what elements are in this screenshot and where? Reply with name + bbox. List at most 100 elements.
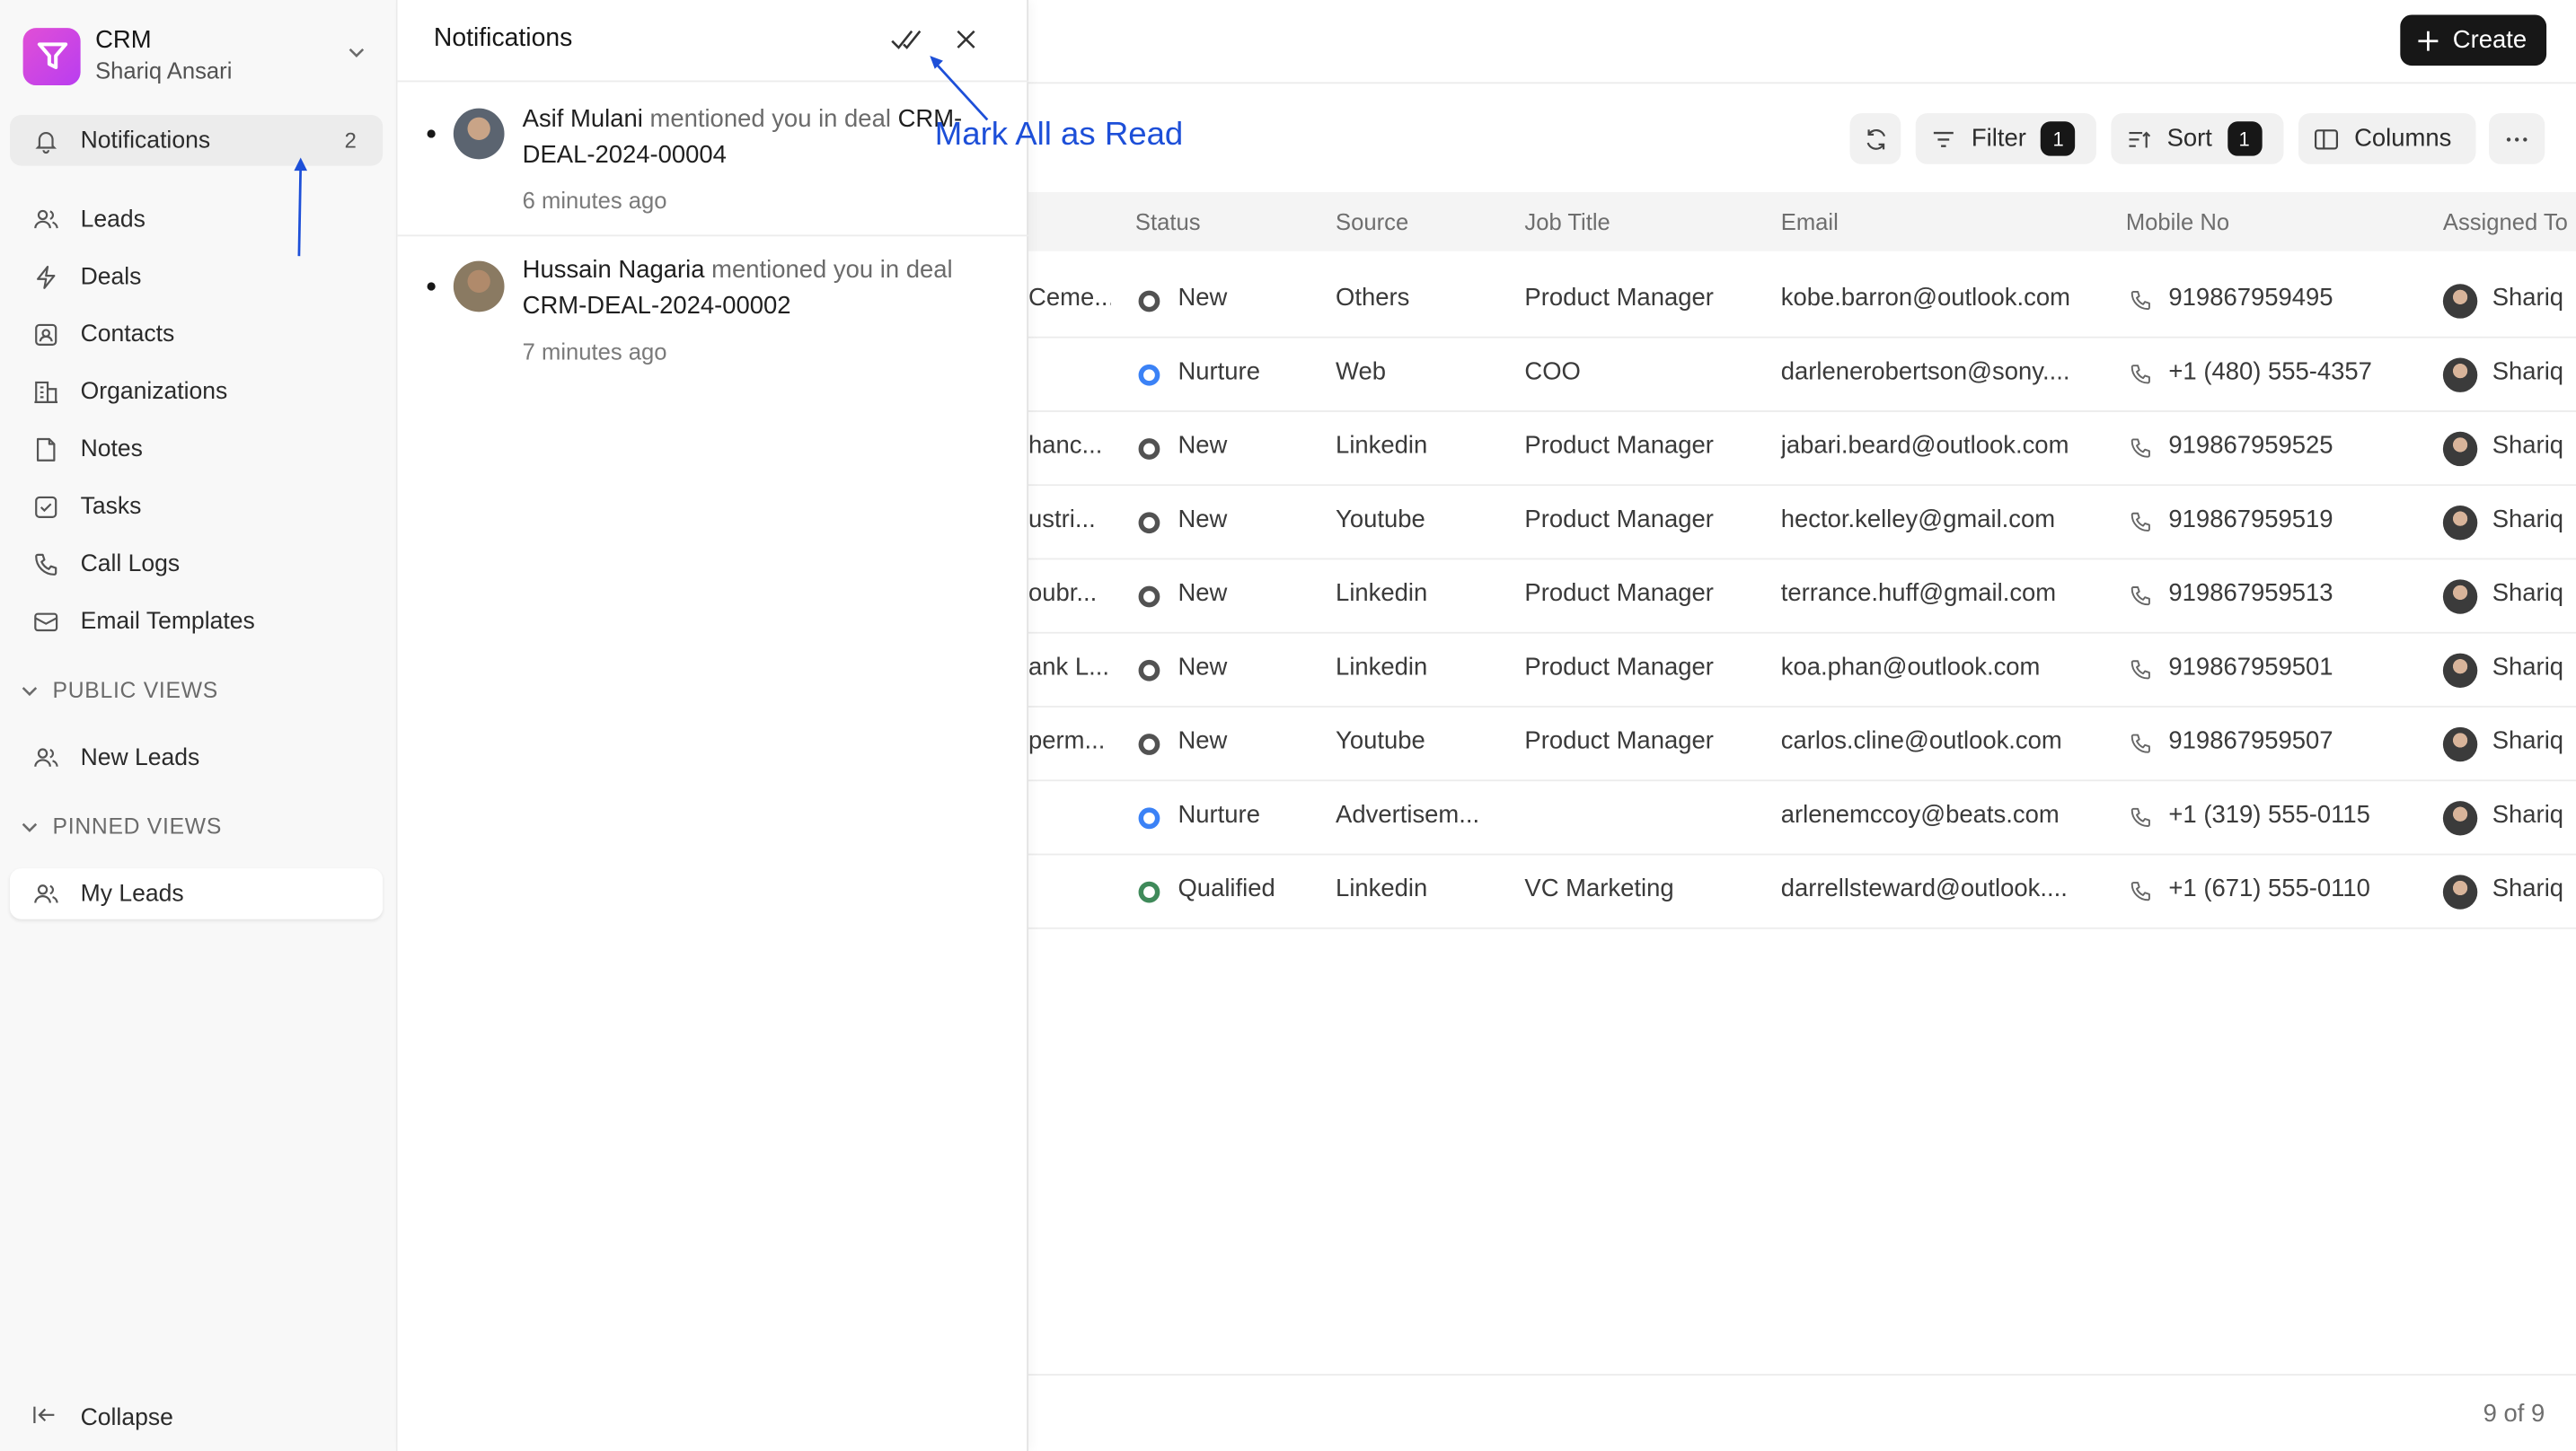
cell-status: New xyxy=(1178,653,1228,682)
cell-email: koa.phan@outlook.com xyxy=(1780,653,2041,682)
public-views-toggle[interactable]: PUBLIC VIEWS xyxy=(20,678,218,702)
columns-label: Columns xyxy=(2354,124,2452,154)
notification-sender: Asif Mulani xyxy=(522,104,643,134)
brand-switcher[interactable]: CRM Shariq Ansari xyxy=(22,23,375,89)
sidebar-item-new-leads[interactable]: New Leads xyxy=(10,732,383,783)
check-square-icon xyxy=(31,492,61,522)
create-label: Create xyxy=(2452,26,2527,55)
column-header-mobile[interactable]: Mobile No xyxy=(2126,208,2229,234)
notifications-title: Notifications xyxy=(433,24,573,53)
sidebar-item-tasks[interactable]: Tasks xyxy=(10,481,383,532)
sidebar-item-organizations[interactable]: Organizations xyxy=(10,366,383,418)
phone-icon xyxy=(2130,363,2153,394)
cell-assigned-to: Shariq xyxy=(2492,357,2564,386)
notification-item[interactable]: Hussain Nagaria mentioned you in deal CR… xyxy=(398,236,1028,387)
cell-organization: perm... xyxy=(1028,726,1106,755)
close-icon[interactable] xyxy=(953,26,979,60)
filter-button[interactable]: Filter 1 xyxy=(1915,113,2096,164)
sidebar-item-notifications[interactable]: Notifications 2 xyxy=(9,114,384,166)
status-indicator-icon xyxy=(1138,734,1160,755)
notifications-count: 2 xyxy=(344,128,357,154)
cell-source: Others xyxy=(1336,284,1410,312)
cell-assigned-to: Shariq xyxy=(2492,653,2564,682)
mark-all-read-icon[interactable] xyxy=(890,24,923,62)
filter-icon xyxy=(1933,130,1954,146)
notification-reference[interactable]: CRM-DEAL-2024-00002 xyxy=(523,292,791,320)
pinned-views-toggle[interactable]: PINNED VIEWS xyxy=(20,814,222,839)
cell-organization: hanc... xyxy=(1028,431,1103,460)
unread-dot xyxy=(427,282,436,291)
cell-mobile: +1 (671) 555-0110 xyxy=(2168,875,2370,903)
column-header-status[interactable]: Status xyxy=(1135,208,1201,234)
building-icon xyxy=(31,377,61,407)
status-indicator-icon xyxy=(1138,438,1160,460)
column-header-source[interactable]: Source xyxy=(1336,208,1408,234)
collapse-label: Collapse xyxy=(80,1403,173,1431)
column-header-email[interactable]: Email xyxy=(1781,208,1839,234)
crm-app: CRM Shariq Ansari Notifications 2 Leads … xyxy=(0,0,2576,1451)
columns-icon xyxy=(2315,128,2338,149)
sidebar-item-notes[interactable]: Notes xyxy=(10,424,383,475)
cell-status: New xyxy=(1178,506,1228,534)
notification-item[interactable]: Asif Mulani mentioned you in deal CRM-DE… xyxy=(397,84,1029,237)
notifications-header: Notifications xyxy=(397,0,1029,83)
phone-icon xyxy=(2130,585,2153,616)
cell-organization: oubr... xyxy=(1028,579,1098,608)
phone-icon xyxy=(2130,732,2153,763)
sidebar-item-contacts[interactable]: Contacts xyxy=(10,309,383,360)
collapse-button[interactable]: Collapse xyxy=(10,1392,173,1443)
status-indicator-icon xyxy=(1138,290,1160,312)
phone-icon xyxy=(2130,806,2153,838)
notification-message: mentioned you in deal xyxy=(711,256,953,285)
column-header-job-title[interactable]: Job Title xyxy=(1524,208,1610,234)
note-icon xyxy=(31,435,61,464)
status-indicator-icon xyxy=(1138,659,1160,682)
refresh-button[interactable] xyxy=(1849,113,1901,164)
more-options-button[interactable] xyxy=(2489,113,2545,164)
sort-icon xyxy=(2129,130,2151,147)
sidebar-item-label: Organizations xyxy=(80,378,228,405)
users-icon xyxy=(31,879,61,909)
notification-sender: Hussain Nagaria xyxy=(522,256,705,285)
cell-job-title: Product Manager xyxy=(1524,284,1714,312)
cell-source: Linkedin xyxy=(1336,875,1428,903)
avatar xyxy=(2442,431,2478,467)
sidebar-item-call-logs[interactable]: Call Logs xyxy=(10,539,383,590)
create-button[interactable]: Create xyxy=(2400,14,2547,66)
pagination-count: 9 of 9 xyxy=(2483,1400,2545,1429)
sidebar-item-label: Deals xyxy=(80,263,142,290)
status-indicator-icon xyxy=(1138,807,1160,830)
cell-status: New xyxy=(1178,726,1228,755)
sidebar-item-label: Call Logs xyxy=(80,550,181,577)
cell-assigned-to: Shariq xyxy=(2492,431,2564,460)
sort-count-badge: 1 xyxy=(2227,121,2262,156)
cell-job-title: Product Manager xyxy=(1524,653,1714,682)
cell-email: kobe.barron@outlook.com xyxy=(1780,284,2070,312)
sidebar-item-label: Notes xyxy=(80,435,143,462)
footer-divider xyxy=(1028,1374,2576,1376)
cell-assigned-to: Shariq xyxy=(2492,506,2564,534)
avatar xyxy=(453,108,505,160)
sidebar-item-label: Notifications xyxy=(80,127,211,154)
column-header-assigned-to[interactable]: Assigned To xyxy=(2443,208,2568,234)
avatar xyxy=(2442,357,2478,392)
sidebar-item-leads[interactable]: Leads xyxy=(10,194,383,245)
contact-icon xyxy=(31,320,61,349)
sidebar-item-my-leads[interactable]: My Leads xyxy=(9,868,384,919)
sidebar-item-label: My Leads xyxy=(80,880,184,908)
sidebar-item-email-templates[interactable]: Email Templates xyxy=(10,596,383,647)
columns-button[interactable]: Columns xyxy=(2298,113,2476,164)
sidebar-item-deals[interactable]: Deals xyxy=(10,251,383,303)
cell-email: hector.kelley@gmail.com xyxy=(1780,506,2056,534)
filter-count-badge: 1 xyxy=(2041,121,2076,156)
section-label: PINNED VIEWS xyxy=(52,813,223,840)
sidebar-item-label: Leads xyxy=(80,206,146,233)
cell-job-title: Product Manager xyxy=(1524,431,1714,460)
cell-mobile: 919867959513 xyxy=(2168,579,2333,608)
notifications-panel: Notifications Asif Mulani mentioned you … xyxy=(397,0,1029,1451)
sort-button[interactable]: Sort 1 xyxy=(2111,113,2284,164)
cell-email: darrellsteward@outlook.... xyxy=(1780,875,2068,903)
plus-icon xyxy=(2418,30,2439,50)
cell-mobile: 919867959507 xyxy=(2168,726,2333,755)
notification-time: 7 minutes ago xyxy=(522,338,667,365)
